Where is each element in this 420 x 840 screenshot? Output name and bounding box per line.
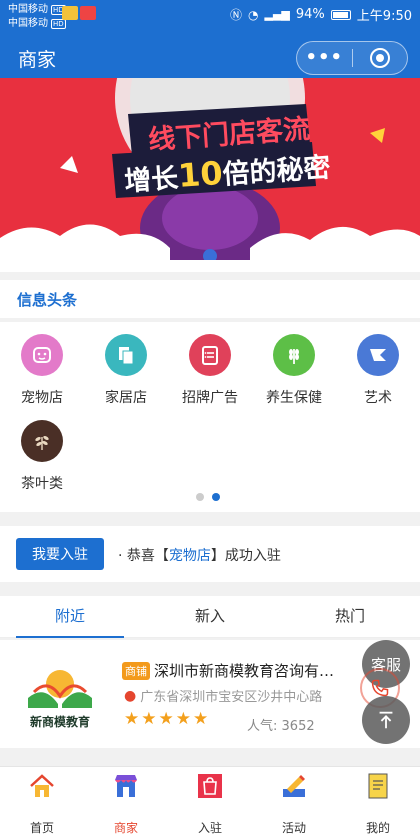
- clock: 上午9:50: [356, 9, 412, 24]
- tabbar-activity[interactable]: 活动: [252, 771, 336, 836]
- target-circle-icon: [369, 48, 390, 68]
- category-pet-shop[interactable]: 宠物店: [0, 334, 84, 407]
- section-title: 信息头条: [17, 291, 78, 309]
- activity-pencil-icon: [283, 775, 305, 797]
- news-section-header: 信息头条: [0, 280, 420, 318]
- wheat-icon: [273, 334, 315, 376]
- notification-icon: [62, 6, 78, 20]
- notification-icon: [80, 6, 96, 20]
- notice-shop-link[interactable]: 宠物店: [169, 548, 211, 564]
- carrier-1: 中国移动: [8, 4, 48, 15]
- category-art[interactable]: 艺术: [336, 334, 420, 407]
- popularity-value: 3652: [281, 719, 315, 734]
- shop-badge: 商铺: [122, 661, 150, 680]
- popularity-label: 人气:: [247, 719, 278, 734]
- category-label: 茶叶类: [21, 476, 63, 492]
- category-home-store[interactable]: 家居店: [84, 334, 168, 407]
- copy-pages-icon: [105, 334, 147, 376]
- shop-name[interactable]: 深圳市新商模教育咨询有限公司: [154, 660, 344, 681]
- clipboard-list-icon: [189, 334, 231, 376]
- carrier-2: 中国移动: [8, 18, 48, 29]
- tabbar-label: 商家: [113, 821, 138, 835]
- category-label: 养生保健: [266, 390, 322, 406]
- category-label: 招牌广告: [182, 390, 238, 406]
- location-pin-icon: ●: [124, 687, 137, 704]
- svg-text:新商模教育: 新商模教育: [30, 714, 90, 729]
- tab-nearby[interactable]: 附近: [0, 596, 140, 638]
- signal-icon: ▂▄▆: [264, 8, 290, 21]
- category-grid: 宠物店 家居店 招牌广告 养生保健 艺术 茶叶类: [0, 322, 420, 512]
- tabbar-join[interactable]: 入驻: [168, 771, 252, 836]
- shop-name-row: 商铺 深圳市新商模教育咨询有限公司: [122, 660, 344, 681]
- category-label: 艺术: [364, 390, 392, 406]
- mini-program-capsule: •••: [296, 41, 408, 75]
- tea-plant-icon: [21, 420, 63, 462]
- shop-address-row: ● 广东省深圳市宝安区沙井中心路: [124, 686, 346, 706]
- carousel-dot-active[interactable]: [212, 493, 220, 501]
- category-label: 宠物店: [21, 390, 63, 406]
- tabbar-label: 活动: [281, 821, 306, 835]
- carousel-dots: [196, 493, 220, 501]
- flag-icon: [357, 334, 399, 376]
- join-notice-row: 我要入驻 · 恭喜【宠物店】成功入驻: [0, 526, 420, 582]
- nav-bar: 商家 •••: [0, 36, 420, 78]
- carrier-info: 中国移动 HD 中国移动 HD: [8, 3, 66, 31]
- tabbar-shop[interactable]: 商家: [84, 771, 168, 836]
- tabbar-home[interactable]: 首页: [0, 771, 84, 836]
- tabbar-label: 入驻: [197, 821, 222, 835]
- profile-icon: [368, 773, 388, 799]
- rating-stars: ★★★★★: [124, 709, 211, 729]
- battery-percent: 94%: [295, 7, 325, 22]
- home-icon: [30, 774, 54, 797]
- tabbar-label: 首页: [29, 821, 54, 835]
- shop-icon: [115, 775, 137, 797]
- popularity: 人气: 3652: [247, 715, 315, 734]
- notice-suffix: 】成功入驻: [210, 548, 281, 564]
- promo-banner[interactable]: 线下门店客流 增长10倍的秘密: [0, 78, 420, 272]
- page-title: 商家: [18, 49, 57, 71]
- tabbar-mine[interactable]: 我的: [336, 771, 420, 836]
- join-notice: · 恭喜【宠物店】成功入驻: [118, 545, 281, 565]
- shopping-bag-icon: [198, 774, 222, 798]
- shop-logo: 新商模教育: [20, 658, 100, 732]
- shop-card[interactable]: 新商模教育 商铺 深圳市新商模教育咨询有限公司 ● 广东省深圳市宝安区沙井中心路…: [0, 640, 420, 748]
- banner-artwork: 线下门店客流 增长10倍的秘密: [0, 78, 420, 272]
- shop-address: 广东省深圳市宝安区沙井中心路: [140, 690, 323, 705]
- category-health-care[interactable]: 养生保健: [252, 334, 336, 407]
- status-bar: 中国移动 HD 中国移动 HD Ⓝ ◔ ▂▄▆ 94% 上午9:50: [0, 0, 420, 36]
- category-label: 家居店: [105, 390, 147, 406]
- alarm-icon: ◔: [248, 7, 259, 22]
- arrow-up-icon: [379, 711, 393, 729]
- list-tabs: 附近 新入 热门: [0, 596, 420, 638]
- carousel-dot[interactable]: [196, 493, 204, 501]
- hd-badge: HD: [51, 19, 66, 29]
- bottom-tab-bar: 首页 商家 入驻 活动 我的: [0, 766, 420, 840]
- category-tea[interactable]: 茶叶类: [0, 420, 84, 493]
- back-to-top-button[interactable]: [362, 696, 410, 744]
- close-mini-program-button[interactable]: [352, 48, 407, 68]
- nfc-icon: Ⓝ: [230, 8, 243, 22]
- battery-icon: [330, 9, 351, 20]
- tab-new[interactable]: 新入: [140, 596, 280, 638]
- more-dots-icon[interactable]: •••: [297, 42, 352, 74]
- category-signboard-ads[interactable]: 招牌广告: [168, 334, 252, 407]
- status-right: Ⓝ ◔ ▂▄▆ 94% 上午9:50: [230, 5, 412, 24]
- notice-prefix: · 恭喜【: [118, 548, 169, 564]
- tab-hot[interactable]: 热门: [280, 596, 420, 638]
- pet-face-icon: [21, 334, 63, 376]
- tabbar-label: 我的: [365, 821, 390, 835]
- join-button[interactable]: 我要入驻: [16, 538, 104, 570]
